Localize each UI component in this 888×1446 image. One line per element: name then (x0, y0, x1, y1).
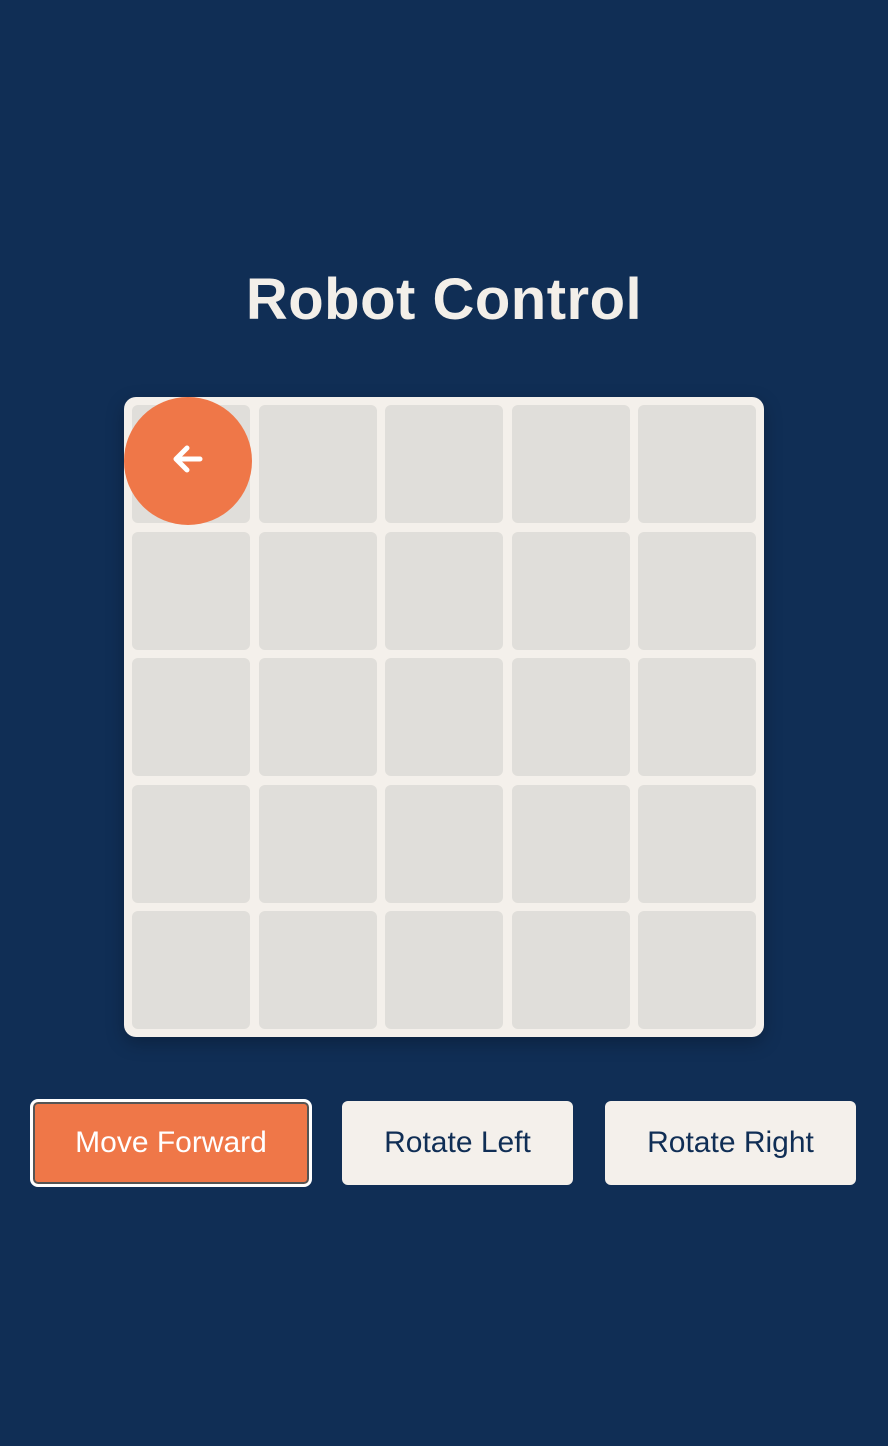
grid-cell (258, 405, 377, 523)
robot (124, 397, 252, 525)
grid-cell (385, 405, 503, 523)
grid-cell (511, 784, 630, 903)
grid-cell (385, 911, 503, 1029)
grid-cell (132, 658, 250, 776)
grid-cell (258, 531, 377, 650)
rotate-left-button[interactable]: Rotate Left (342, 1101, 573, 1185)
grid-cell (511, 658, 630, 776)
grid-cell (385, 658, 503, 776)
grid-cell (638, 531, 756, 650)
rotate-right-button[interactable]: Rotate Right (605, 1101, 856, 1185)
grid-cell (132, 784, 250, 903)
grid-cell (511, 405, 630, 523)
grid-cell (258, 911, 377, 1029)
grid-cell (132, 531, 250, 650)
page-title: Robot Control (245, 267, 643, 332)
grid-cell (132, 911, 250, 1029)
grid-cell (511, 911, 630, 1029)
grid-cell (638, 658, 756, 776)
grid-cell (385, 531, 503, 650)
grid-cell (638, 405, 756, 523)
grid-cell (258, 658, 377, 776)
move-forward-button[interactable]: Move Forward (30, 1099, 312, 1187)
grid-cell (258, 784, 377, 903)
grid-cell (638, 911, 756, 1029)
grid-cell (511, 531, 630, 650)
grid-cell (385, 784, 503, 903)
grid-cell (638, 784, 756, 903)
arrow-left-icon (168, 439, 208, 484)
